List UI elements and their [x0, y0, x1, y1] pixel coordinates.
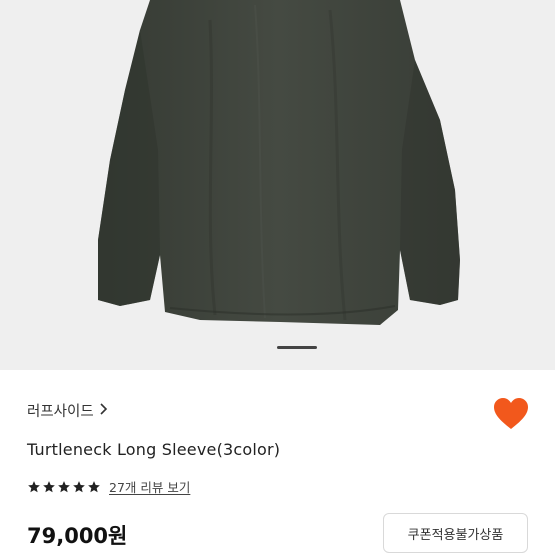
- rating-stars: [27, 480, 101, 494]
- product-image: [98, 0, 460, 325]
- star-icon: [43, 480, 55, 492]
- product-title: Turtleneck Long Sleeve(3color): [27, 440, 281, 459]
- star-icon: [88, 480, 100, 492]
- brand-name: 러프사이드: [27, 404, 94, 420]
- product-image-gallery[interactable]: [0, 0, 555, 370]
- coupon-unavailable-button[interactable]: 쿠폰적용불가상품: [383, 513, 528, 553]
- reviews-link[interactable]: 27개 리뷰 보기: [109, 477, 190, 496]
- product-price: 79,000원: [27, 524, 128, 548]
- star-icon: [28, 480, 40, 492]
- rating-row: 27개 리뷰 보기: [27, 477, 190, 496]
- heart-icon[interactable]: [492, 396, 530, 432]
- brand-link[interactable]: 러프사이드: [27, 400, 108, 421]
- chevron-right-icon: [99, 402, 108, 419]
- carousel-indicator: [277, 346, 317, 349]
- star-icon: [58, 480, 70, 492]
- star-icon: [73, 480, 85, 492]
